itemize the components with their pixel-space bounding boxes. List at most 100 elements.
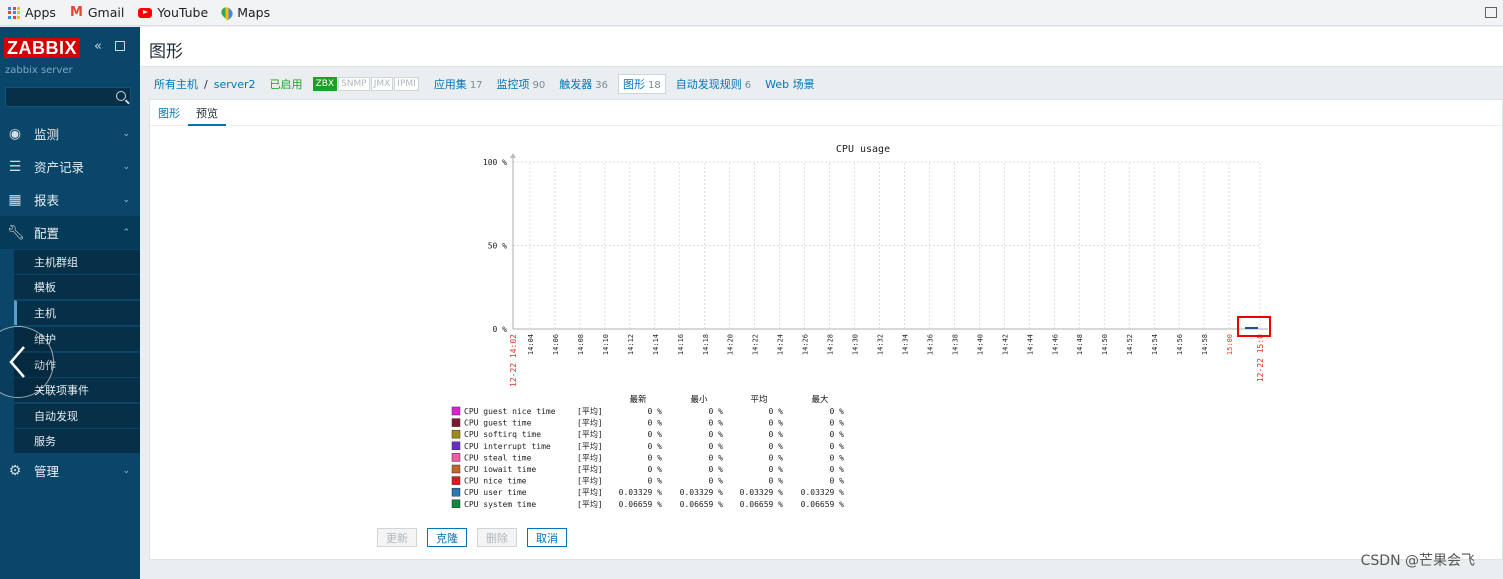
x-tick-label: 14:04 (527, 334, 535, 355)
legend-value: 0 % (648, 407, 663, 416)
x-tick-label: 14:14 (652, 334, 660, 355)
legend-swatch (451, 476, 461, 485)
legend-header: 平均 (750, 394, 767, 405)
legend-func: [平均] (577, 429, 603, 439)
cpu-usage-graph: CPU usage 100 %50 %0 % 12-22 14:02 14:04 1… (451, 144, 1271, 509)
legend-value: 0.06659 % (619, 500, 663, 509)
legend-func: [平均] (577, 487, 603, 497)
legend-value: 0 % (769, 419, 784, 428)
legend-value: 0 % (648, 465, 663, 474)
legend-value: 0 % (709, 430, 724, 439)
legend-value: 0 % (830, 465, 845, 474)
legend-func: [平均] (577, 441, 603, 451)
legend-func: [平均] (577, 476, 603, 486)
legend-header: 最大 (811, 394, 829, 405)
delete-button[interactable]: 删除 (477, 528, 517, 547)
legend-series-name: CPU steal time (464, 453, 532, 462)
legend-swatch (451, 441, 461, 451)
legend-value: 0.06659 % (740, 500, 784, 509)
x-tick-label: 14:08 (577, 334, 585, 355)
x-tick-label: 15:00 (1226, 334, 1234, 355)
x-tick-label: 14:22 (752, 334, 760, 355)
legend-value: 0 % (648, 477, 663, 486)
legend-value: 0 % (769, 442, 784, 451)
legend-value: 0 % (769, 453, 784, 462)
x-tick-label: 14:24 (777, 334, 785, 355)
x-tick-label: 14:30 (852, 334, 860, 355)
legend-series-name: CPU system time (464, 500, 536, 509)
x-tick-label: 14:38 (951, 334, 959, 355)
legend-header: 最新 (629, 394, 647, 405)
legend-value: 0 % (830, 442, 845, 451)
legend-func: [平均] (577, 418, 603, 428)
x-tick-label: 14:46 (1051, 334, 1059, 355)
chart-legend: 最新 最小 平均 最大 CPU guest nice time [平均] 0 % 0 % 0 %… (451, 394, 845, 509)
legend-series-name: CPU guest nice time (464, 407, 556, 416)
y-tick-label: 100 % (483, 158, 507, 167)
legend-value: 0.03329 % (740, 488, 784, 497)
legend-value: 0.03329 % (680, 488, 724, 497)
legend-series-name: CPU nice time (464, 477, 527, 486)
legend-series-name: CPU user time (464, 488, 527, 497)
legend-func: [平均] (577, 452, 603, 462)
legend-swatch (451, 418, 461, 427)
x-tick-label: 14:10 (602, 334, 610, 355)
clone-button[interactable]: 克隆 (427, 528, 467, 547)
legend-value: 0 % (769, 465, 784, 474)
legend-series-name: CPU guest time (464, 419, 532, 428)
x-end-label: 12-22 15:0 (1256, 334, 1265, 382)
y-tick-label: 50 % (488, 242, 507, 251)
chart-title: CPU usage (836, 144, 890, 155)
legend-value: 0 % (709, 453, 724, 462)
legend-func: [平均] (577, 499, 603, 509)
x-tick-label: 14:56 (1176, 334, 1184, 355)
x-tick-label: 14:12 (627, 334, 635, 355)
x-tick-label: 14:40 (976, 334, 984, 355)
legend-func: [平均] (577, 406, 603, 416)
legend-value: 0 % (709, 465, 724, 474)
legend-header: 最小 (690, 394, 708, 405)
x-tick-label: 14:06 (552, 334, 560, 355)
x-tick-label: 14:54 (1151, 334, 1159, 355)
legend-value: 0 % (769, 430, 784, 439)
x-tick-label: 14:18 (702, 334, 710, 355)
x-tick-label: 14:32 (877, 334, 885, 355)
legend-swatch (451, 464, 461, 474)
legend-series-name: CPU interrupt time (464, 442, 551, 451)
legend-value: 0 % (648, 453, 663, 462)
update-button[interactable]: 更新 (377, 528, 417, 547)
legend-value: 0 % (648, 419, 663, 428)
x-tick-label: 14:48 (1076, 334, 1084, 355)
legend-func: [平均] (577, 464, 603, 474)
legend-value: 0 % (709, 442, 724, 451)
x-tick-label: 14:36 (926, 334, 934, 355)
x-tick-label: 14:34 (901, 334, 909, 355)
chart-y-ticks: 100 % 50 % 0 % (483, 158, 507, 334)
legend-value: 0 % (769, 407, 784, 416)
legend-swatch (451, 453, 461, 462)
watermark: CSDN @芒果会飞 (1360, 553, 1475, 569)
x-tick-label: 14:50 (1101, 334, 1109, 355)
x-tick-label: 14:20 (727, 334, 735, 355)
legend-series-name: CPU softirq time (464, 430, 541, 439)
cancel-button[interactable]: 取消 (527, 528, 567, 547)
legend-series-name: CPU iowait time (464, 465, 536, 474)
form-buttons: 更新 克隆 删除 取消 (377, 528, 567, 547)
legend-value: 0 % (709, 419, 724, 428)
legend-value: 0 % (830, 453, 845, 462)
legend-value: 0 % (709, 407, 724, 416)
legend-value: 0 % (648, 442, 663, 451)
legend-value: 0 % (830, 477, 845, 486)
legend-swatch (451, 499, 461, 509)
legend-value: 0 % (830, 407, 845, 416)
x-tick-label: 14:58 (1201, 334, 1209, 355)
y-tick-label: 0 % (493, 325, 508, 334)
legend-value: 0 % (648, 430, 663, 439)
x-tick-label: 14:42 (1001, 334, 1009, 355)
legend-value: 0.06659 % (801, 500, 845, 509)
legend-value: 0 % (830, 419, 845, 428)
x-tick-label: 14:26 (802, 334, 810, 355)
chart-grid (510, 153, 1268, 330)
legend-value: 0.03329 % (619, 488, 663, 497)
x-tick-label: 14:28 (827, 334, 835, 355)
